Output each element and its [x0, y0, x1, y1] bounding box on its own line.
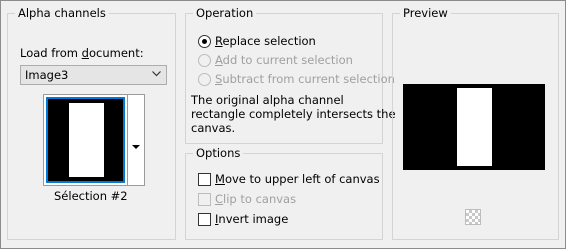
- options-title: Options: [193, 145, 244, 161]
- replace-selection-radio[interactable]: [198, 35, 211, 48]
- subtract-from-selection-radio[interactable]: [198, 73, 211, 86]
- clip-to-canvas-label[interactable]: Clip to canvas: [215, 191, 296, 207]
- document-select[interactable]: Image3: [20, 65, 167, 85]
- load-from-document-label: Load from document:: [20, 46, 144, 60]
- subtract-from-selection-label[interactable]: Subtract from current selection: [215, 71, 395, 87]
- info-text-line-3: canvas.: [191, 121, 236, 135]
- alpha-channels-group: Alpha channels Load from document: Image…: [7, 5, 176, 240]
- alpha-channels-title: Alpha channels: [15, 5, 109, 21]
- alpha-channel-thumbnail-selected: [46, 97, 125, 183]
- invert-image-checkbox[interactable]: [198, 213, 211, 226]
- preview-group: Preview: [392, 5, 559, 240]
- add-to-selection-label[interactable]: Add to current selection: [215, 52, 353, 68]
- move-to-upper-left-checkbox[interactable]: [198, 173, 211, 186]
- document-select-value: Image3: [25, 68, 69, 82]
- clip-to-canvas-checkbox[interactable]: [198, 193, 211, 206]
- preview-white-region: [457, 88, 492, 166]
- chevron-down-icon: [152, 71, 161, 77]
- preview-title: Preview: [400, 5, 451, 21]
- alpha-channel-thumbnail[interactable]: [43, 94, 128, 186]
- operation-group: Operation Replace selection Add to curre…: [185, 5, 396, 144]
- invert-image-label[interactable]: Invert image: [215, 211, 288, 227]
- move-to-upper-left-label[interactable]: Move to upper left of canvas: [215, 171, 380, 187]
- radio-selected-dot: [202, 39, 207, 44]
- selection-name-label: Sélection #2: [54, 189, 128, 203]
- preview-image: [403, 84, 545, 170]
- alpha-channel-white-region: [69, 103, 104, 177]
- thumbnail-dropdown-button[interactable]: [128, 94, 145, 186]
- checkerboard-icon[interactable]: [465, 209, 481, 225]
- operation-title: Operation: [193, 5, 257, 21]
- options-group: Options Move to upper left of canvas Cli…: [185, 145, 383, 240]
- add-to-selection-radio[interactable]: [198, 54, 211, 67]
- triangle-down-icon: [132, 145, 140, 149]
- replace-selection-label[interactable]: Replace selection: [215, 33, 316, 49]
